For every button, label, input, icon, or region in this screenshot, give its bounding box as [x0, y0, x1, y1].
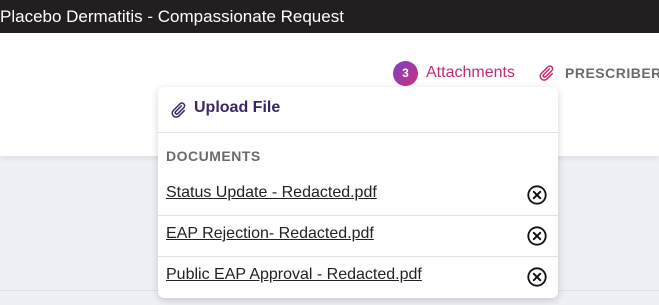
document-link[interactable]: Status Update - Redacted.pdf [166, 184, 377, 202]
remove-document-icon[interactable] [526, 266, 548, 288]
document-row: Public EAP Approval - Redacted.pdf [158, 257, 558, 297]
paperclip-icon[interactable] [537, 64, 555, 82]
upload-file-button[interactable]: Upload File [158, 87, 558, 133]
attachments-count-badge[interactable]: 3 [393, 61, 418, 86]
document-row: EAP Rejection- Redacted.pdf [158, 216, 558, 257]
document-link[interactable]: EAP Rejection- Redacted.pdf [166, 225, 374, 243]
remove-document-icon[interactable] [526, 184, 548, 206]
paperclip-icon [171, 102, 186, 118]
window-title: Placebo Dermatitis - Compassionate Reque… [0, 0, 659, 33]
upload-file-label: Upload File [194, 99, 281, 116]
attachments-dropdown: Upload File DOCUMENTS Status Update - Re… [158, 87, 558, 298]
remove-document-icon[interactable] [526, 225, 548, 247]
documents-section-title: DOCUMENTS [166, 148, 261, 164]
attachments-link[interactable]: Attachments [426, 62, 515, 84]
document-link[interactable]: Public EAP Approval - Redacted.pdf [166, 266, 422, 284]
prescriber-tab[interactable]: PRESCRIBER [565, 62, 659, 84]
document-row: Status Update - Redacted.pdf [158, 175, 558, 216]
